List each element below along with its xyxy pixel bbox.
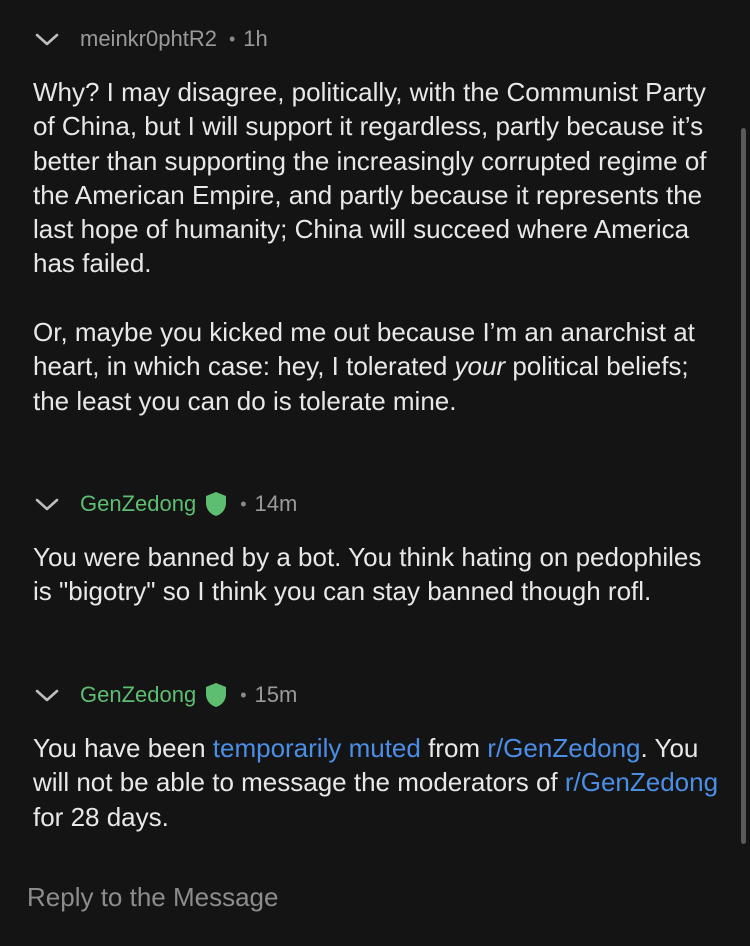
- reply-input[interactable]: Reply to the Message: [27, 882, 278, 913]
- chevron-down-icon[interactable]: [34, 494, 60, 514]
- chevron-down-icon[interactable]: [34, 29, 60, 49]
- temporarily-muted-link[interactable]: temporarily muted: [213, 733, 421, 763]
- message-body: You have been temporarily muted from r/G…: [33, 731, 723, 834]
- message-thread-screen: meinkr0phtR2 • 1h Why? I may disagree, p…: [0, 0, 750, 946]
- message-header: meinkr0phtR2 • 1h: [34, 24, 268, 54]
- emphasis-text: your: [454, 351, 506, 382]
- author-name[interactable]: GenZedong: [80, 682, 196, 708]
- scrollbar[interactable]: [741, 128, 746, 844]
- body-paragraph: You were banned by a bot. You think hati…: [33, 542, 702, 607]
- message-body: You were banned by a bot. You think hati…: [33, 540, 723, 609]
- body-paragraph: Why? I may disagree, politically, with t…: [33, 77, 707, 279]
- body-text: from: [420, 733, 488, 763]
- subreddit-link[interactable]: r/GenZedong: [487, 733, 640, 763]
- separator-dot: •: [228, 28, 236, 49]
- timestamp: 15m: [254, 682, 298, 707]
- body-paragraph: Or, maybe you kicked me out because I’m …: [33, 315, 723, 418]
- body-text: You have been: [33, 733, 213, 763]
- body-text: for 28 days.: [33, 801, 169, 832]
- chevron-down-icon[interactable]: [34, 685, 60, 705]
- mod-shield-icon: [204, 682, 228, 708]
- separator-dot: •: [240, 684, 247, 705]
- timestamp: 1h: [243, 26, 268, 51]
- subreddit-link[interactable]: r/GenZedong: [565, 767, 718, 797]
- mod-shield-icon: [204, 491, 228, 517]
- timestamp: 14m: [254, 491, 298, 516]
- message-body: Why? I may disagree, politically, with t…: [33, 75, 723, 418]
- body-paragraph: You have been temporarily muted from r/G…: [33, 731, 723, 834]
- separator-dot: •: [240, 493, 247, 514]
- author-name[interactable]: meinkr0phtR2: [80, 26, 217, 52]
- message-header: GenZedong • 14m: [34, 489, 297, 519]
- message-header: GenZedong • 15m: [34, 680, 297, 710]
- author-name[interactable]: GenZedong: [80, 491, 196, 517]
